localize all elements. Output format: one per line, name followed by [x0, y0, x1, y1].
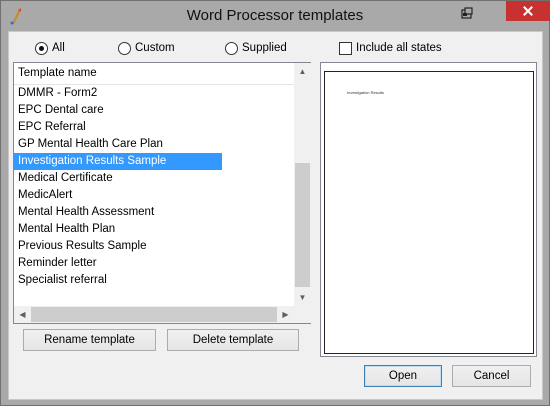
column-header-template-name[interactable]: Template name	[14, 63, 294, 85]
vertical-scroll-thumb[interactable]	[295, 163, 310, 287]
close-icon[interactable]	[506, 1, 550, 21]
list-item[interactable]: EPC Dental care	[14, 102, 294, 119]
filter-supplied-label: Supplied	[242, 42, 287, 54]
horizontal-scrollbar[interactable]: ◀ ▶	[14, 306, 294, 323]
open-button[interactable]: Open	[364, 365, 442, 387]
restore-window-icon[interactable]	[456, 5, 478, 23]
template-preview: Investigation Results	[320, 62, 537, 357]
filter-custom-label: Custom	[135, 42, 175, 54]
dialog-body: All Custom Supplied Include all states T…	[8, 31, 543, 400]
list-item[interactable]: Specialist referral	[14, 272, 294, 289]
horizontal-scroll-thumb[interactable]	[31, 307, 277, 322]
template-list-items: DMMR - Form2 EPC Dental care EPC Referra…	[14, 85, 294, 289]
list-item[interactable]: DMMR - Form2	[14, 85, 294, 102]
list-item[interactable]: MedicAlert	[14, 187, 294, 204]
scroll-right-arrow-icon[interactable]: ▶	[277, 306, 294, 323]
include-all-states-label: Include all states	[356, 42, 442, 54]
template-list[interactable]: Template name DMMR - Form2 EPC Dental ca…	[13, 62, 311, 324]
list-item[interactable]: Previous Results Sample	[14, 238, 294, 255]
list-item[interactable]: EPC Referral	[14, 119, 294, 136]
filter-supplied-radio[interactable]: Supplied	[225, 40, 287, 56]
preview-page: Investigation Results	[324, 71, 534, 354]
rename-template-button[interactable]: Rename template	[23, 329, 156, 351]
list-item[interactable]: Mental Health Plan	[14, 221, 294, 238]
radio-unselected-icon	[118, 41, 131, 55]
checkbox-unchecked-icon	[339, 41, 352, 55]
scroll-up-arrow-icon[interactable]: ▲	[294, 63, 311, 80]
scroll-down-arrow-icon[interactable]: ▼	[294, 289, 311, 306]
preview-text: Investigation Results	[347, 90, 384, 95]
delete-template-button[interactable]: Delete template	[167, 329, 299, 351]
list-item-selected[interactable]: Investigation Results Sample	[14, 153, 294, 170]
list-item[interactable]: GP Mental Health Care Plan	[14, 136, 294, 153]
cancel-button[interactable]: Cancel	[452, 365, 531, 387]
list-item[interactable]: Mental Health Assessment	[14, 204, 294, 221]
include-all-states-checkbox[interactable]: Include all states	[339, 40, 442, 56]
radio-selected-icon	[35, 41, 48, 55]
radio-unselected-icon	[225, 41, 238, 55]
list-item[interactable]: Reminder letter	[14, 255, 294, 272]
dialog-window: Word Processor templates All Custom Supp…	[0, 0, 550, 406]
filter-all-radio[interactable]: All	[35, 40, 65, 56]
list-item[interactable]: Medical Certificate	[14, 170, 294, 187]
title-bar[interactable]: Word Processor templates	[1, 1, 550, 31]
scrollbar-corner	[294, 306, 311, 323]
filter-custom-radio[interactable]: Custom	[118, 40, 175, 56]
filter-all-label: All	[52, 42, 65, 54]
vertical-scrollbar[interactable]: ▲ ▼	[294, 63, 311, 306]
scroll-left-arrow-icon[interactable]: ◀	[14, 306, 31, 323]
